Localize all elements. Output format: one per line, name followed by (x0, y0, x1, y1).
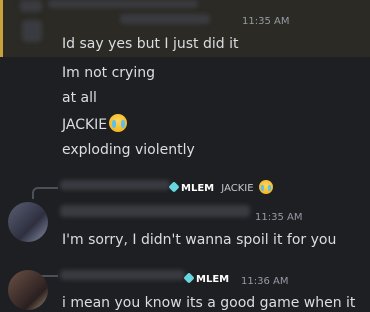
reply-preview[interactable]: MLEM JACKIE (168, 180, 273, 194)
blurred-avatar (20, 0, 42, 12)
message-text: exploding violently (62, 142, 195, 158)
message-text: i mean you know its a good game when it (62, 295, 356, 311)
message-timestamp: 11:35 AM (242, 16, 290, 27)
message-text: Id say yes but I just did it (62, 36, 239, 52)
blurred-reply-author[interactable] (60, 180, 170, 190)
mention-bar (0, 0, 3, 57)
blurred-username (48, 0, 198, 8)
reply-preview[interactable]: MLEM (183, 272, 230, 285)
message-text: Im not crying (62, 65, 155, 81)
message-timestamp: 11:36 AM (241, 276, 289, 287)
role-icon (168, 181, 180, 193)
message-text-label: JACKIE (62, 117, 108, 133)
chat-log: 11:35 AM Id say yes but I just did it Im… (0, 0, 370, 311)
crying-emoji-icon (109, 114, 128, 132)
reply-connector (32, 187, 58, 199)
blurred-username (120, 14, 210, 24)
message-text: at all (62, 90, 97, 106)
message-text: I'm sorry, I didn't wanna spoil it for y… (62, 232, 337, 248)
reply-role: MLEM (196, 274, 230, 285)
blurred-avatar (22, 20, 42, 42)
avatar[interactable] (8, 202, 48, 242)
role-icon (183, 272, 195, 284)
blurred-reply-author[interactable] (60, 270, 185, 280)
avatar[interactable] (8, 270, 48, 310)
reply-role: MLEM (181, 183, 215, 194)
blurred-username[interactable] (60, 205, 250, 217)
reply-snippet: JACKIE (221, 183, 254, 194)
message-text: JACKIE (62, 114, 128, 134)
message-timestamp: 11:35 AM (255, 212, 303, 223)
crying-emoji-icon (258, 180, 273, 194)
